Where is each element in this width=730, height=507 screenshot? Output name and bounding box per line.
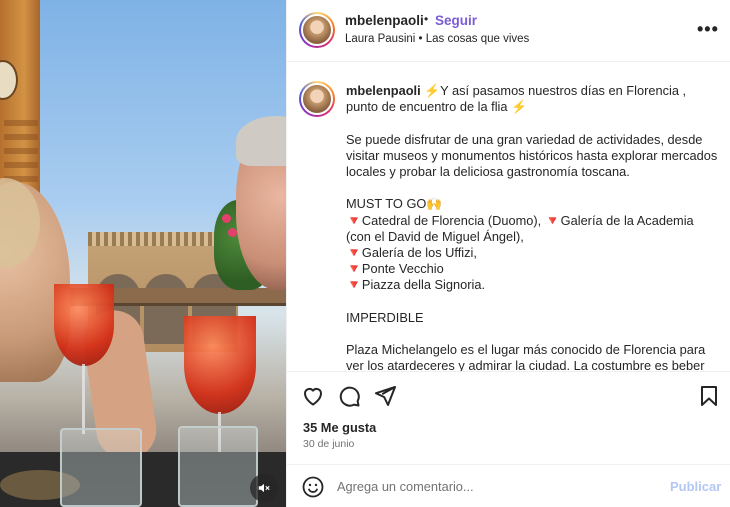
avatar[interactable] [299,81,335,117]
more-options-icon[interactable]: ••• [697,18,719,40]
glass-stem [82,364,85,434]
post-date: 30 de junio [303,438,355,450]
flower [222,214,231,223]
follow-button[interactable]: Seguir [435,13,477,28]
water-glass [60,428,142,507]
water-glass [178,426,258,507]
caption-closing: Plaza Michelangelo es el lugar más conoc… [346,342,706,371]
flower [228,228,237,237]
bookmark-icon[interactable] [697,384,721,408]
caption-must-list: 🔻Catedral de Florencia (Duomo), 🔻Galería… [346,212,694,293]
username-link[interactable]: mbelenpaoli [345,13,424,28]
caption-imperdible: IMPERDIBLE [346,309,424,325]
comment-input[interactable] [337,473,647,499]
spritz-glass [54,284,114,366]
caption-section: mbelenpaoli ⚡️Y así pasamos nuestros día… [287,63,730,371]
publish-button[interactable]: Publicar [670,479,721,494]
post-media[interactable] [0,0,286,507]
speaker-muted-icon [258,483,270,493]
man-hair [236,116,286,166]
post-header: mbelenpaoli • Seguir Laura Pausini • Las… [287,0,730,62]
mute-button[interactable] [250,474,278,502]
caption-username[interactable]: mbelenpaoli [346,83,421,98]
likes-count[interactable]: 35 Me gusta [303,420,376,435]
avatar[interactable] [299,12,335,48]
emoji-icon[interactable] [301,475,325,499]
heart-icon[interactable] [301,384,325,408]
music-info[interactable]: Laura Pausini • Las cosas que vives [345,33,529,45]
comment-bar: Publicar [287,464,730,507]
share-icon[interactable] [373,384,397,408]
caption-paragraph: Se puede disfrutar de una gran variedad … [346,131,718,179]
caption-text: mbelenpaoli ⚡️Y así pasamos nuestros día… [346,83,721,371]
separator-dot: • [424,12,429,26]
spritz-glass [184,316,256,414]
comment-icon[interactable] [337,384,361,408]
caption-must-heading: MUST TO GO🙌 [346,196,443,212]
action-bar [287,371,730,417]
arch [144,274,188,344]
post-detail-panel: mbelenpaoli • Seguir Laura Pausini • Las… [286,0,730,507]
